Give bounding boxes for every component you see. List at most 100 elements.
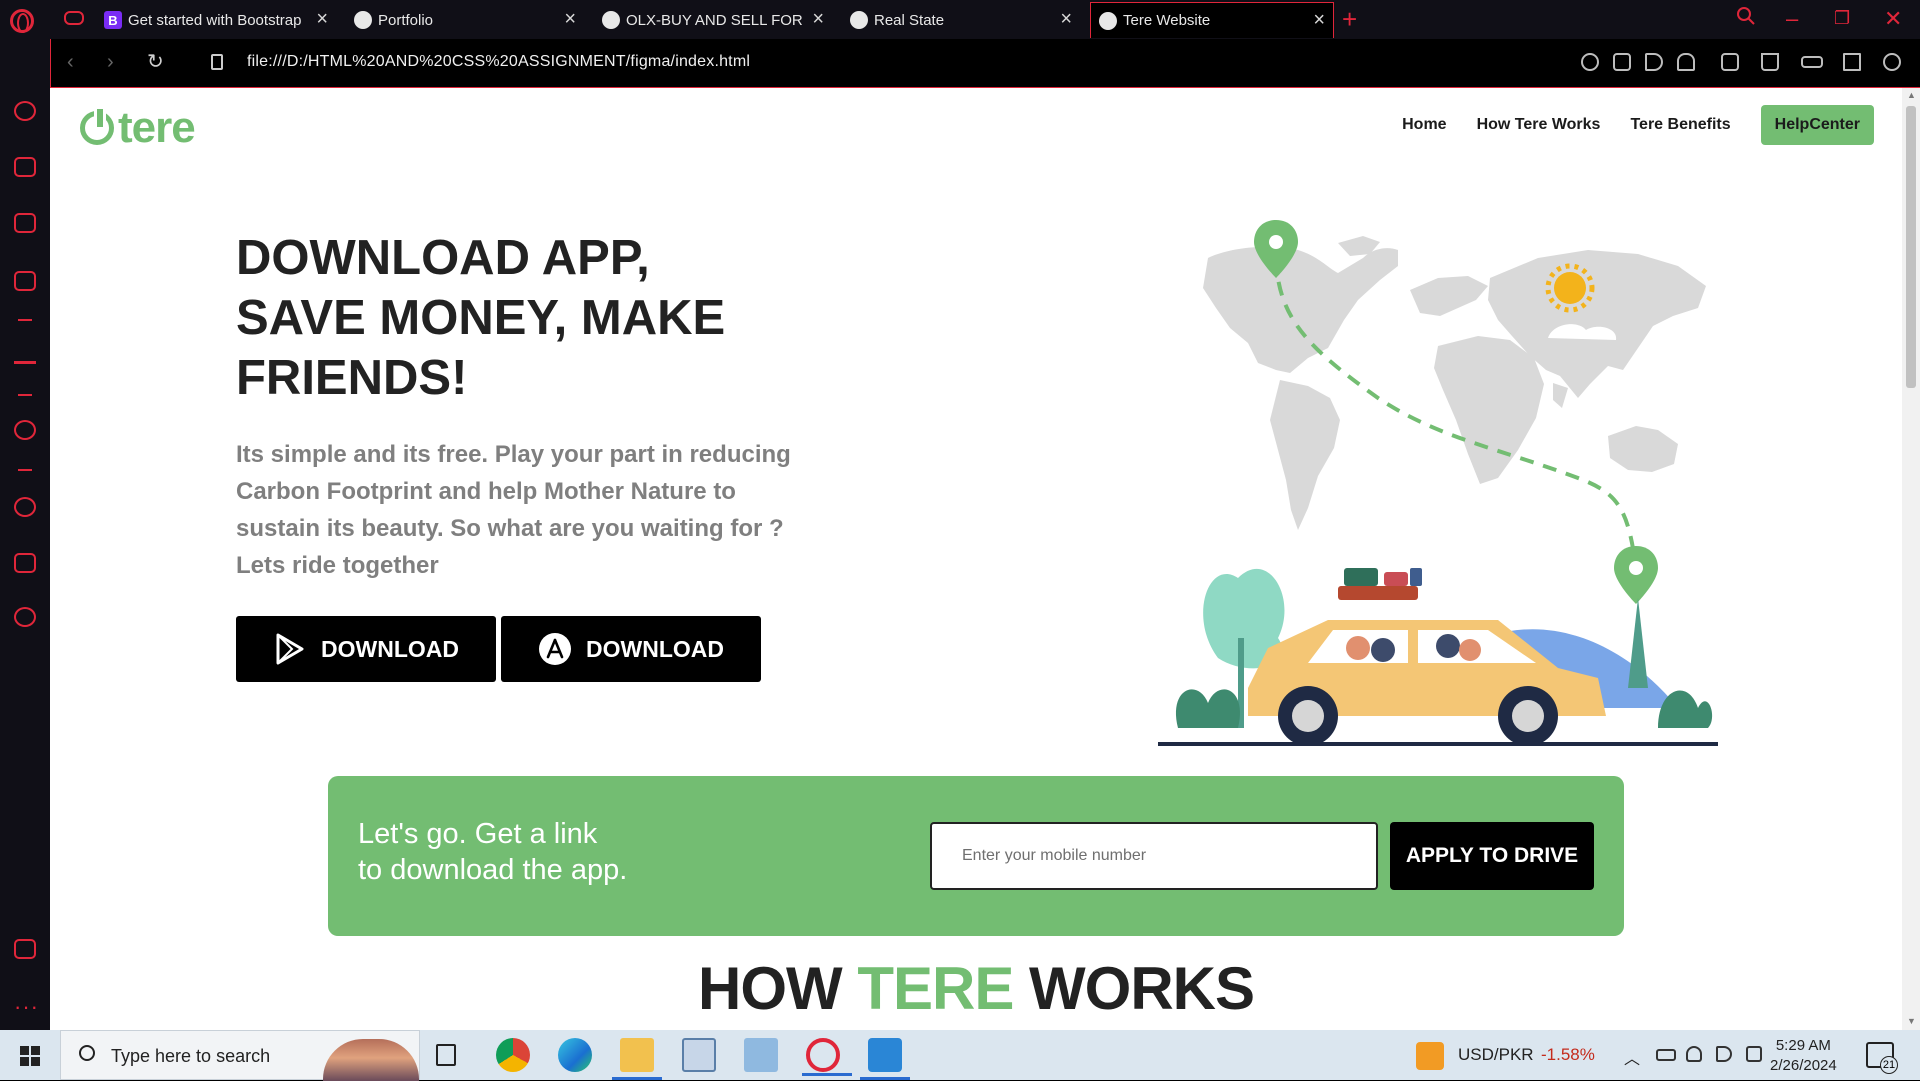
control-panel-icon[interactable] [682, 1038, 716, 1072]
lens-icon[interactable] [1581, 53, 1599, 71]
extensions-icon[interactable] [14, 553, 36, 573]
player-icon[interactable] [14, 420, 36, 440]
battery-saver-icon[interactable] [1801, 56, 1823, 68]
globe-icon [1099, 11, 1117, 30]
download-app-store-button[interactable]: DOWNLOAD [501, 616, 761, 682]
search-highlight-image [323, 1039, 419, 1081]
globe-icon [850, 11, 868, 29]
onedrive-icon[interactable] [1686, 1046, 1702, 1062]
system-clock[interactable]: 5:29 AM 2/26/2024 [1770, 1036, 1837, 1076]
bootstrap-icon: B [104, 11, 122, 29]
opera-menu-icon[interactable] [10, 9, 34, 33]
logo-text: tere [118, 103, 196, 152]
sidebar-separator [18, 319, 32, 321]
tab-tere-website[interactable]: Tere Website × [1090, 2, 1334, 38]
hero-title: DOWNLOAD APP, SAVE MONEY, MAKE FRIENDS! [236, 228, 756, 408]
tab-label: Get started with Bootstrap [128, 11, 302, 29]
file-explorer-icon[interactable] [612, 1038, 662, 1080]
banner-line: Let's go. Get a link [358, 818, 598, 850]
browser-sidebar: ··· [0, 39, 50, 1030]
battery-icon[interactable] [1656, 1049, 1676, 1061]
twitch-icon[interactable] [14, 213, 36, 233]
minimize-icon[interactable]: – [1786, 6, 1798, 32]
close-tab-icon[interactable]: × [564, 9, 576, 29]
download-google-play-button[interactable]: DOWNLOAD [236, 616, 496, 682]
extensions-icon[interactable] [1721, 53, 1739, 71]
vscode-icon[interactable] [860, 1038, 910, 1080]
aria-icon[interactable] [14, 344, 36, 364]
scroll-down-icon[interactable]: ▼ [1907, 1016, 1916, 1026]
close-window-icon[interactable]: ✕ [1884, 6, 1902, 32]
volume-icon[interactable] [1716, 1046, 1732, 1062]
tab-portfolio[interactable]: Portfolio × [354, 2, 584, 38]
nav-home[interactable]: Home [1402, 116, 1446, 134]
download-label: DOWNLOAD [321, 635, 459, 662]
page-icon [211, 54, 223, 70]
globe-icon [602, 11, 620, 29]
download-icon[interactable] [1761, 53, 1779, 71]
opera-gx-icon[interactable] [802, 1038, 852, 1076]
settings-icon[interactable] [14, 607, 36, 627]
hero-title-line: DOWNLOAD APP, [236, 231, 650, 285]
tab-real-state[interactable]: Real State × [850, 2, 1080, 38]
nav-tere-benefits[interactable]: Tere Benefits [1630, 116, 1730, 134]
heading-word-accent: TERE [857, 955, 1014, 1022]
heart-icon[interactable] [1677, 53, 1695, 71]
web-page: tere Home How Tere Works Tere Benefits H… [50, 88, 1902, 1030]
clock-time: 5:29 AM [1775, 1037, 1831, 1054]
task-view-icon[interactable] [436, 1044, 456, 1066]
nav-how-tere-works[interactable]: How Tere Works [1477, 116, 1601, 134]
tab-olx[interactable]: OLX-BUY AND SELL FOR FREE × [602, 2, 832, 38]
page-scrollbar[interactable]: ▲ ▼ [1902, 88, 1920, 1030]
chevron-up-icon[interactable]: ︿ [1624, 1045, 1640, 1069]
close-tab-icon[interactable]: × [1313, 10, 1325, 30]
download-label: DOWNLOAD [586, 635, 724, 662]
windows-start-icon[interactable] [20, 1046, 40, 1066]
url-field[interactable]: file:///D:/HTML%20AND%20CSS%20ASSIGNMENT… [247, 53, 750, 71]
mobile-number-input[interactable] [930, 822, 1378, 890]
site-logo[interactable]: tere [80, 103, 196, 153]
scroll-up-icon[interactable]: ▲ [1907, 90, 1916, 100]
notification-center-icon[interactable]: 21 [1866, 1042, 1898, 1074]
banner-text: Let's go. Get a link to download the app… [358, 816, 627, 888]
currency-pair[interactable]: USD/PKR [1458, 1045, 1534, 1065]
reload-icon[interactable]: ↻ [147, 49, 164, 74]
edge-icon[interactable] [558, 1038, 592, 1072]
gx-control-icon[interactable] [64, 11, 84, 25]
close-tab-icon[interactable]: × [316, 9, 328, 29]
help-center-button[interactable]: HelpCenter [1760, 105, 1874, 145]
apply-to-drive-button[interactable]: APPLY TO DRIVE [1390, 822, 1594, 890]
forward-icon[interactable]: › [107, 51, 114, 74]
this-pc-icon[interactable] [744, 1038, 778, 1072]
stocks-widget-icon[interactable] [1416, 1042, 1444, 1070]
more-icon[interactable]: ··· [14, 994, 39, 1020]
search-tabs-icon[interactable] [1736, 6, 1756, 32]
tab-bootstrap[interactable]: B Get started with Bootstrap × [104, 2, 336, 38]
scrollbar-thumb[interactable] [1906, 106, 1916, 388]
close-tab-icon[interactable]: × [812, 9, 824, 29]
restore-icon[interactable]: ❐ [1834, 8, 1850, 29]
profile-icon[interactable] [1883, 53, 1901, 71]
heading-word: HOW [698, 955, 843, 1022]
camera-icon[interactable] [1613, 53, 1631, 71]
gx-control-panel-icon[interactable] [14, 271, 36, 291]
back-icon[interactable]: ‹ [67, 51, 74, 74]
send-icon[interactable] [1645, 53, 1663, 71]
meet-now-icon[interactable] [1746, 1046, 1762, 1062]
speed-dial-icon[interactable] [14, 101, 36, 121]
wallpaper-icon[interactable] [14, 939, 36, 959]
easy-setup-icon[interactable] [1843, 53, 1861, 71]
history-icon[interactable] [14, 497, 36, 517]
gx-corner-icon[interactable] [14, 157, 36, 177]
chrome-icon[interactable] [496, 1038, 530, 1072]
taskbar-search[interactable]: Type here to search [60, 1030, 420, 1081]
play-store-icon [276, 633, 304, 665]
banner-line: to download the app. [358, 854, 628, 886]
close-tab-icon[interactable]: × [1060, 9, 1072, 29]
search-icon [79, 1045, 95, 1061]
main-nav: Home How Tere Works Tere Benefits HelpCe… [1372, 105, 1874, 145]
currency-change: -1.58% [1541, 1045, 1595, 1064]
windows-taskbar: Type here to search USD/PKR -1.58% ︿ 5:2… [0, 1030, 1920, 1081]
new-tab-button[interactable]: + [1342, 4, 1357, 35]
globe-icon [354, 11, 372, 29]
